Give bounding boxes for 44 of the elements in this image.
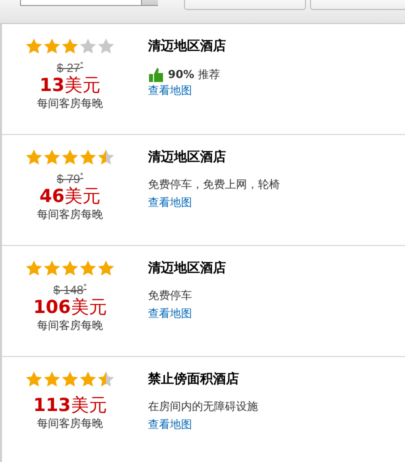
- amenities-text: 在房间内的无障碍设施: [148, 400, 258, 414]
- price-note: 每间客房每晚: [37, 208, 103, 222]
- thumbs-up-icon: [148, 68, 164, 82]
- hotel-name: 清迈地区酒店: [148, 150, 226, 166]
- star-icon: [43, 371, 61, 387]
- star-icon: [43, 149, 61, 165]
- original-price: $ 79$^{*}$: [56, 170, 84, 186]
- amenities-text: 免费停车，免费上网，轮椅: [148, 178, 280, 192]
- map-link[interactable]: 查看地图: [148, 84, 192, 98]
- original-price: $ 27$^{*}$: [56, 59, 84, 75]
- price: 46美元: [39, 186, 101, 208]
- price-note: 每间客房每晚: [37, 97, 103, 111]
- star-icon: [79, 260, 97, 276]
- price: 106美元: [33, 297, 107, 319]
- star-icon: [79, 371, 97, 387]
- star-icon: [61, 149, 79, 165]
- amenities-text: 免费停车: [148, 289, 192, 303]
- star-icon: [61, 38, 79, 54]
- price-note: 每间客房每晚: [37, 319, 103, 333]
- star-icon: [79, 38, 97, 54]
- star-icon: [43, 38, 61, 54]
- star-icon: [97, 260, 115, 276]
- star-icon: [25, 149, 43, 165]
- hotel-name: 清迈地区酒店: [148, 39, 226, 55]
- star-icon: [79, 149, 97, 165]
- star-icon: [25, 371, 43, 387]
- star-icon: [97, 38, 115, 54]
- recommend-rate: 90% 推荐: [168, 67, 220, 82]
- price-note: 每间客房每晚: [37, 417, 103, 431]
- star-icon: [97, 371, 115, 387]
- star-icon: [61, 260, 79, 276]
- star-icon: [61, 371, 79, 387]
- star-icon: [97, 149, 115, 165]
- map-link[interactable]: 查看地图: [148, 418, 192, 432]
- hotel-name: 清迈地区酒店: [148, 261, 226, 277]
- star-icon: [43, 260, 61, 276]
- price: 13美元: [39, 75, 101, 97]
- star-icon: [25, 38, 43, 54]
- map-link[interactable]: 查看地图: [148, 196, 192, 210]
- original-price: $ 148$^{*}$: [53, 281, 87, 297]
- star-icon: [25, 260, 43, 276]
- price: 113美元: [33, 395, 107, 417]
- hotel-name: 禁止傍面积酒店: [148, 372, 239, 388]
- map-link[interactable]: 查看地图: [148, 307, 192, 321]
